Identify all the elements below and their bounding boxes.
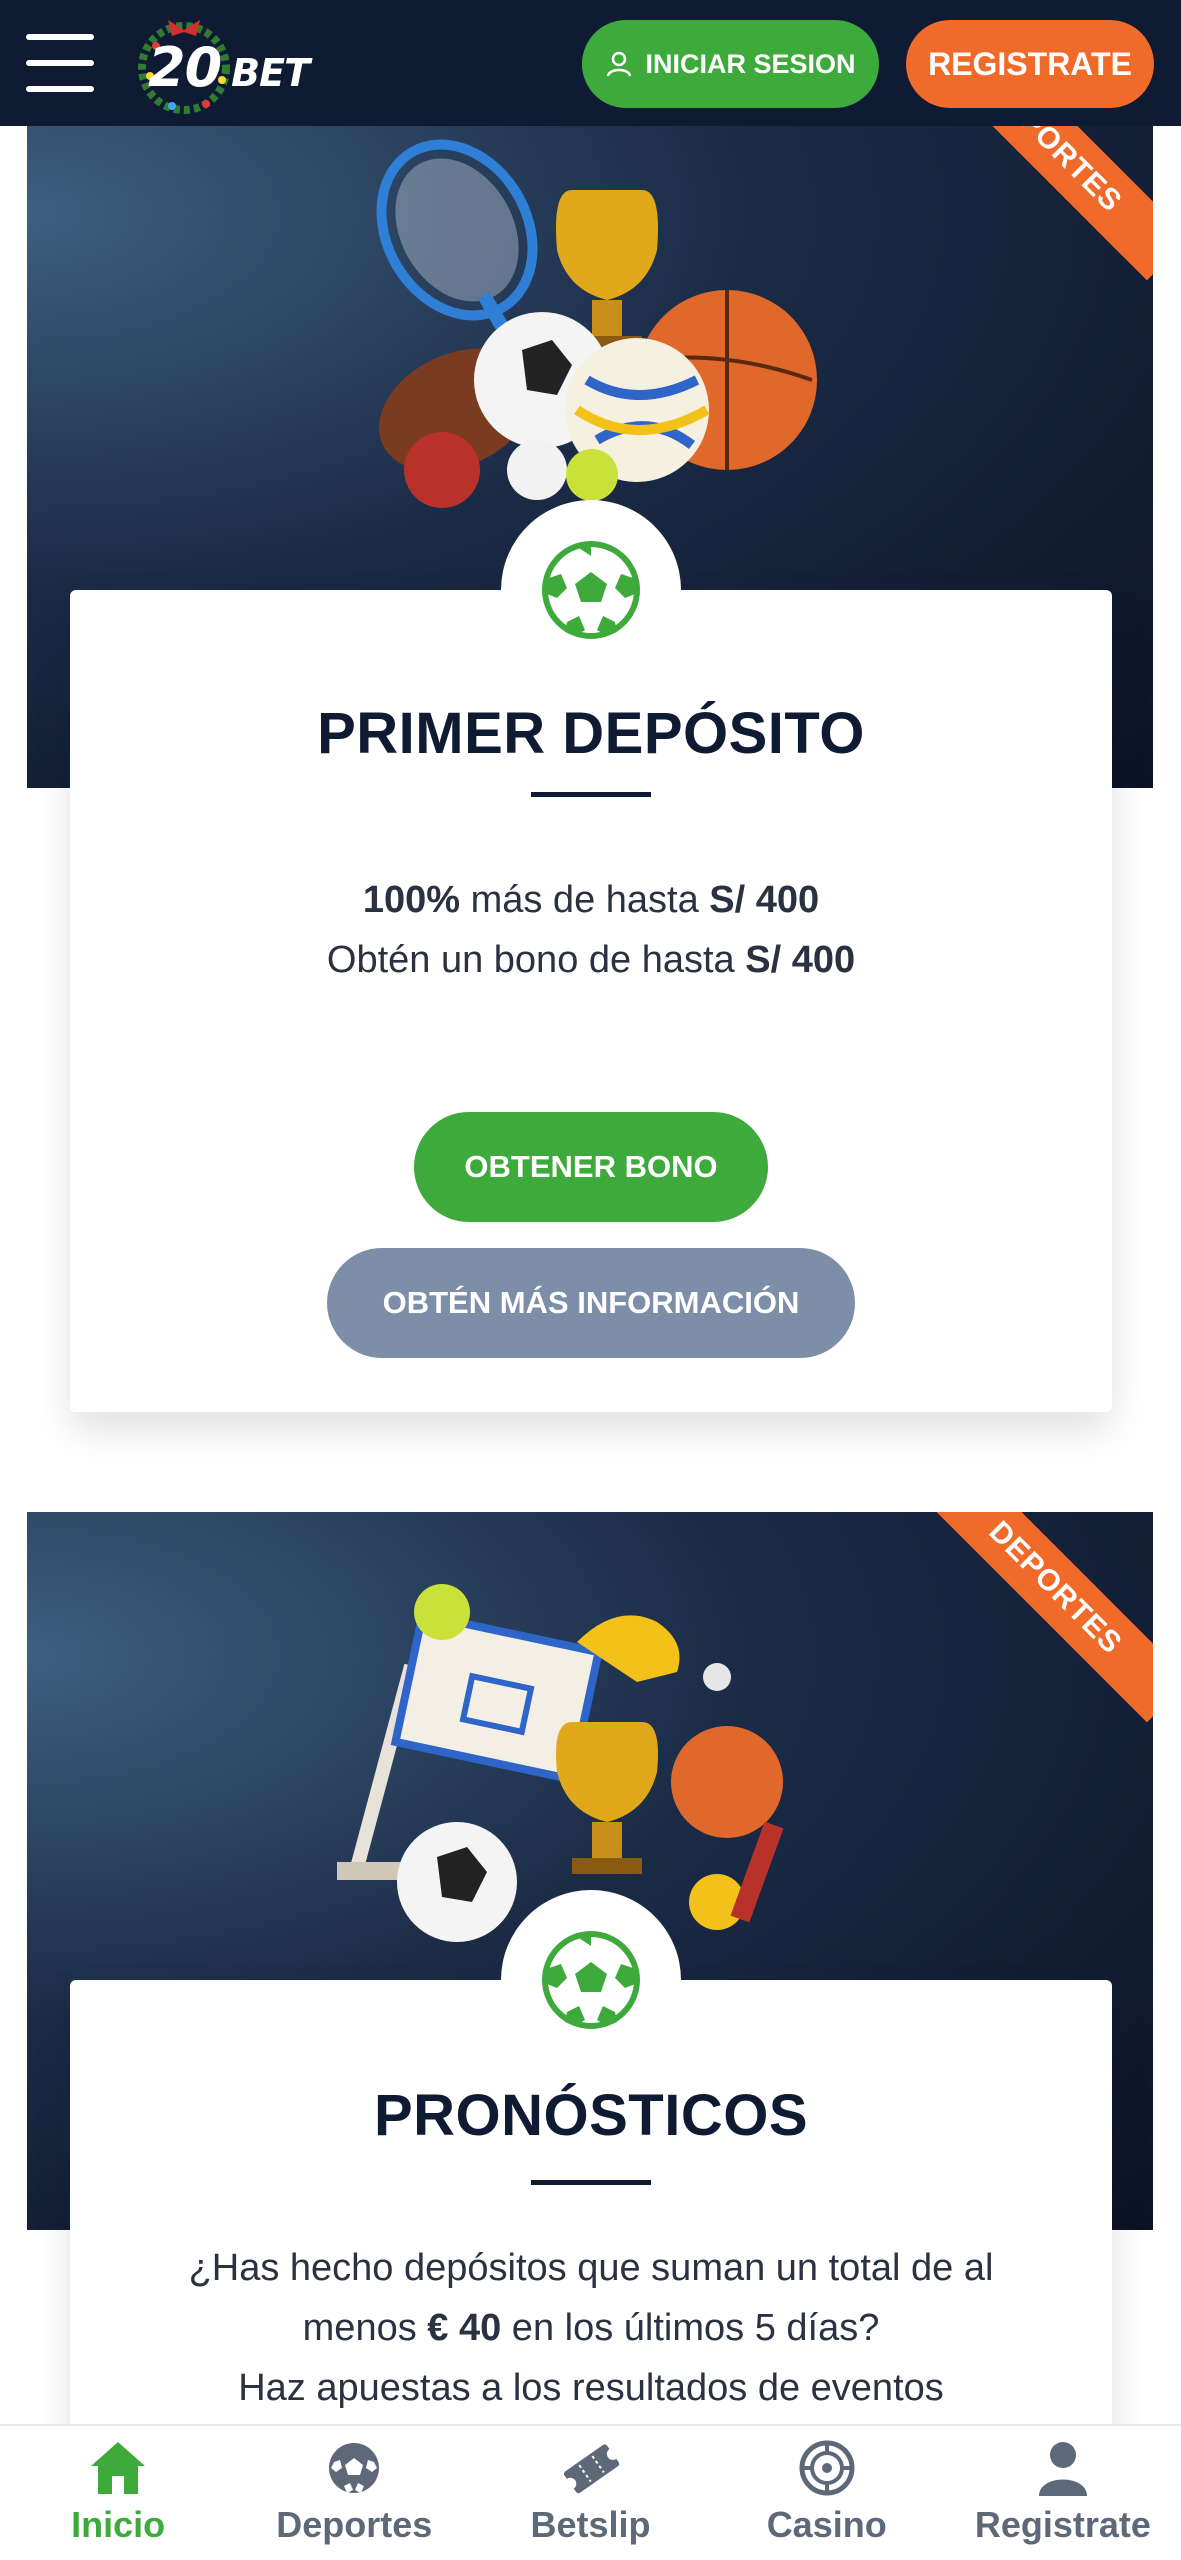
logo-suffix: BET (231, 51, 310, 95)
top-header: 20 BET INICIAR SESION REGISTRATE (0, 0, 1181, 126)
soccer-ball-badge (501, 1890, 681, 2070)
nav-label: Deportes (276, 2504, 433, 2545)
promo-line-1: 100% más de hasta S/ 400 (362, 879, 820, 921)
nav-item-deportes[interactable]: Deportes (236, 2426, 472, 2560)
home-icon (91, 2442, 146, 2494)
nav-item-casino[interactable]: Casino (709, 2426, 945, 2560)
logo-number: 20 (148, 36, 222, 99)
login-button[interactable]: INICIAR SESION (582, 20, 879, 108)
login-label: INICIAR SESION (645, 48, 856, 79)
logo[interactable]: 20 BET (148, 36, 310, 99)
nav-item-registrate[interactable]: Registrate (945, 2426, 1181, 2560)
nav-label: Registrate (974, 2504, 1151, 2545)
category-ribbon: DEPORTES (920, 1512, 1153, 1723)
user-outline-icon (607, 51, 632, 77)
promo-card: PRONÓSTICOS ¿Has hecho depósitos que sum… (70, 1890, 1112, 2500)
register-button[interactable]: REGISTRATE (906, 20, 1154, 108)
nav-item-inicio[interactable]: Inicio (0, 2426, 236, 2560)
promo-title: PRONÓSTICOS (373, 2083, 809, 2148)
promo-description: ¿Has hecho depósitos que suman un total … (110, 2238, 1072, 2418)
nav-label: Casino (766, 2504, 887, 2545)
promo-line-2: Obtén un bono de hasta S/ 400 (326, 939, 856, 981)
title-divider (531, 792, 651, 797)
bottom-navigation: Inicio Deportes Betslip Casino Registrat… (0, 2424, 1181, 2560)
more-info-button[interactable]: OBTÉN MÁS INFORMACIÓN (327, 1248, 855, 1358)
soccer-ball-icon (542, 1931, 640, 2029)
title-divider (531, 2180, 651, 2185)
register-label: REGISTRATE (928, 45, 1132, 82)
ticket-icon (563, 2444, 619, 2494)
menu-icon[interactable] (26, 34, 94, 92)
user-icon (1038, 2442, 1087, 2496)
promo-line-2: menos € 40 en los últimos 5 días? (302, 2307, 880, 2349)
get-bonus-button[interactable]: OBTENER BONO (414, 1112, 768, 1222)
promo-line-1: ¿Has hecho depósitos que suman un total … (188, 2247, 994, 2289)
promo-description: 100% más de hasta S/ 400 Obtén un bono d… (110, 870, 1072, 990)
roulette-icon (799, 2440, 855, 2496)
soccer-ball-icon (329, 2443, 380, 2493)
nav-label: Inicio (71, 2504, 166, 2545)
sports-equipment-illustration (376, 139, 817, 508)
nav-label: Betslip (530, 2504, 651, 2545)
promo-card: PRIMER DEPÓSITO 100% más de hasta S/ 400… (70, 500, 1112, 1412)
soccer-ball-badge (501, 500, 681, 680)
soccer-ball-icon (542, 541, 640, 639)
promo-line-3: Haz apuestas a los resultados de eventos (238, 2367, 944, 2409)
promo-title: PRIMER DEPÓSITO (317, 701, 865, 766)
nav-item-betslip[interactable]: Betslip (472, 2426, 708, 2560)
